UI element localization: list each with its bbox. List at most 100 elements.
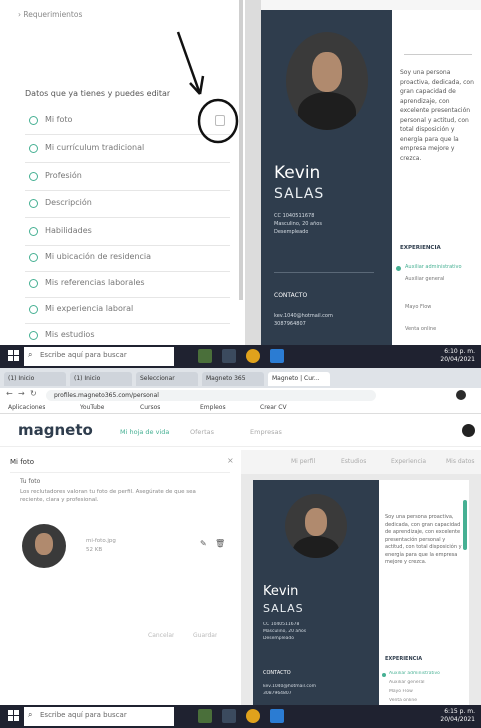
browser-tab[interactable]: (1) Inicio [70,372,132,386]
reload-icon[interactable]: ↻ [30,389,37,398]
browser-tab[interactable]: Magneto 365 [202,372,264,386]
chrome-icon[interactable] [246,709,260,723]
requirements-label[interactable]: › Requerimientos [18,10,82,19]
nav-link[interactable]: Mi hoja de vida [120,428,169,436]
app-icon[interactable] [270,349,284,363]
preview-tab[interactable]: Experiencia [391,458,426,465]
cv-first-name: Kevin [274,163,321,183]
divider [245,0,261,345]
bookmark[interactable]: Cursos [140,404,160,411]
browser-tab[interactable]: Seleccionar [136,372,198,386]
cv-status: Desempleado [263,636,294,641]
app-icon[interactable] [198,349,212,363]
bookmark[interactable]: Aplicaciones [8,404,45,411]
nav-link[interactable]: Ofertas [190,428,214,436]
cv-sidebar: Kevin SALAS CC 1040511678 Masculino, 20 … [261,10,392,345]
browser-tab-active[interactable]: Magneto | Cur... [268,372,330,386]
shirt-shape [293,536,339,558]
nav-link[interactable]: Empresas [250,428,282,436]
app-icon[interactable] [198,709,212,723]
taskbar-search[interactable]: ⌕ Escribe aquí para buscar [24,347,174,366]
cv-preview: Kevin SALAS CC 1040511678 Masculino, 20 … [261,0,481,345]
cv-experience-heading: EXPERIENCIA [400,245,441,251]
taskbar-clock[interactable]: 6:15 p. m. 20/04/2021 [440,708,475,724]
pencil-icon[interactable]: ✎ [200,539,207,548]
app-icon[interactable] [270,709,284,723]
cv-experience-heading: EXPERIENCIA [385,656,423,662]
magneto-logo[interactable]: magneto [18,421,93,439]
bookmark[interactable]: YouTube [80,404,104,411]
back-icon[interactable]: ← [6,389,13,398]
card-help-text: Los reclutadores valoran tu foto de perf… [20,489,196,503]
cv-main: Soy una persona proactiva, dedicada, con… [392,10,481,345]
check-circle-icon [29,144,38,153]
item-location[interactable]: Mi ubicación de residencia [25,246,230,272]
divider-line [404,54,472,55]
windows-taskbar: ⌕ Escribe aquí para buscar 6:10 p. m. 20/0… [0,345,481,368]
cv-contact-heading: CONTACTO [274,292,308,299]
profile-avatar-icon[interactable] [456,390,466,400]
bottom-screenshot: (1) Inicio (1) Inicio Seleccionar Magnet… [0,368,481,728]
check-circle-icon [29,116,38,125]
cv-experience-item: Auxiliar administrativo [405,264,462,270]
item-profession[interactable]: Profesión [25,165,230,191]
divider-line [10,472,230,473]
check-circle-icon [29,253,38,262]
trash-icon[interactable]: 🗑 [215,539,225,548]
search-icon: ⌕ [28,350,33,359]
item-experience[interactable]: Mi experiencia laboral [25,298,230,324]
timeline-dot [396,266,401,271]
save-button[interactable]: Guardar [193,632,217,639]
bookmark[interactable]: Empleos [200,404,226,411]
bookmarks-bar: Aplicaciones YouTube Cursos Empleos Crea… [0,402,481,414]
divider-line [274,272,374,273]
forward-icon[interactable]: → [18,389,25,398]
cv-preview-area: Mi perfil Estudios Experiencia Mis datos… [241,450,481,706]
tab-strip: (1) Inicio (1) Inicio Seleccionar Magnet… [0,368,481,388]
card-title: Mi foto [10,458,34,466]
app-icon[interactable] [222,349,236,363]
cv-experience-item: Mayo Flow [405,304,432,310]
face-shape [305,508,327,536]
windows-start-icon[interactable] [8,710,19,721]
preview-tab[interactable]: Mi perfil [291,458,315,465]
cv-experience-item: Auxiliar general [389,680,425,685]
close-icon[interactable]: × [227,456,234,465]
cv-sidebar: Kevin SALAS CC 1040511678 Masculino, 20 … [253,480,379,706]
uploaded-photo [22,524,66,568]
cv-last-name: SALAS [263,602,304,615]
cancel-button[interactable]: Cancelar [148,632,174,639]
timeline-dot [382,673,386,677]
check-circle-icon [29,305,38,314]
taskbar-search[interactable]: ⌕ Escribe aquí para buscar [24,707,174,726]
windows-taskbar: ⌕ Escribe aquí para buscar 6:15 p. m. 20/0… [0,705,481,728]
user-avatar[interactable] [462,424,475,437]
face-shape [312,52,342,92]
cv-id: CC 1040511678 [274,213,315,219]
edit-panel: › Requerimientos Datos que ya tienes y p… [0,0,245,345]
profile-photo [286,32,368,130]
app-icon[interactable] [222,709,236,723]
windows-start-icon[interactable] [8,350,19,361]
check-circle-icon [29,227,38,236]
chrome-icon[interactable] [246,349,260,363]
scrollbar[interactable] [239,0,243,300]
bookmark[interactable]: Crear CV [260,404,287,411]
preview-tab[interactable]: Estudios [341,458,366,465]
url-input[interactable]: profiles.magneto365.com/personal [46,390,376,401]
scroll-indicator[interactable] [463,500,467,550]
cv-summary: Soy una persona proactiva, dedicada, con… [400,69,474,162]
site-header: magneto Mi hoja de vida Ofertas Empresas [0,415,481,447]
taskbar-clock[interactable]: 6:10 p. m. 20/04/2021 [440,348,475,364]
face-shape [35,533,53,555]
item-references[interactable]: Mis referencias laborales [25,272,230,298]
item-description[interactable]: Descripción [25,192,230,218]
item-skills[interactable]: Habilidades [25,220,230,246]
cv-contact-heading: CONTACTO [263,670,291,676]
check-circle-icon [29,199,38,208]
browser-tab[interactable]: (1) Inicio [4,372,66,386]
cv-last-name: SALAS [274,186,325,202]
shirt-shape [298,92,356,130]
card-subtitle: Tu foto [20,478,41,485]
preview-tab[interactable]: Mis datos [446,458,475,465]
